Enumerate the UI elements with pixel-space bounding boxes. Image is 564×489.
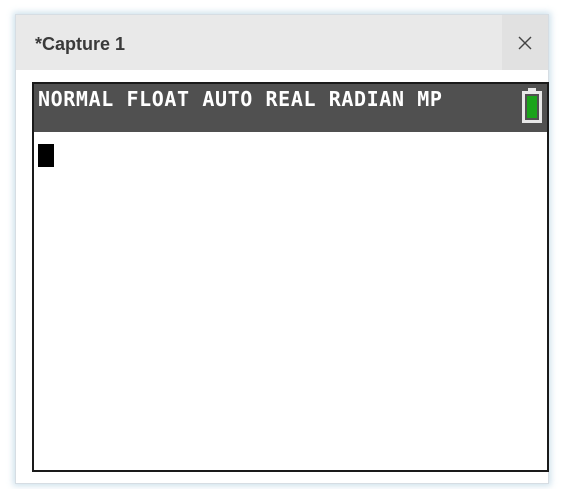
capture-window: *Capture 1 NORMAL FLOAT AUTO REAL RADIAN… — [15, 14, 549, 484]
title-bar: *Capture 1 — [16, 15, 548, 70]
status-bar: NORMAL FLOAT AUTO REAL RADIAN MP — [34, 84, 547, 132]
text-cursor — [38, 144, 54, 167]
close-button[interactable] — [502, 15, 548, 70]
battery-icon — [522, 88, 542, 123]
mode-status-text: NORMAL FLOAT AUTO REAL RADIAN MP — [38, 87, 443, 111]
close-icon — [518, 36, 532, 50]
window-title: *Capture 1 — [35, 34, 126, 54]
calculator-screen[interactable]: NORMAL FLOAT AUTO REAL RADIAN MP — [32, 82, 549, 472]
